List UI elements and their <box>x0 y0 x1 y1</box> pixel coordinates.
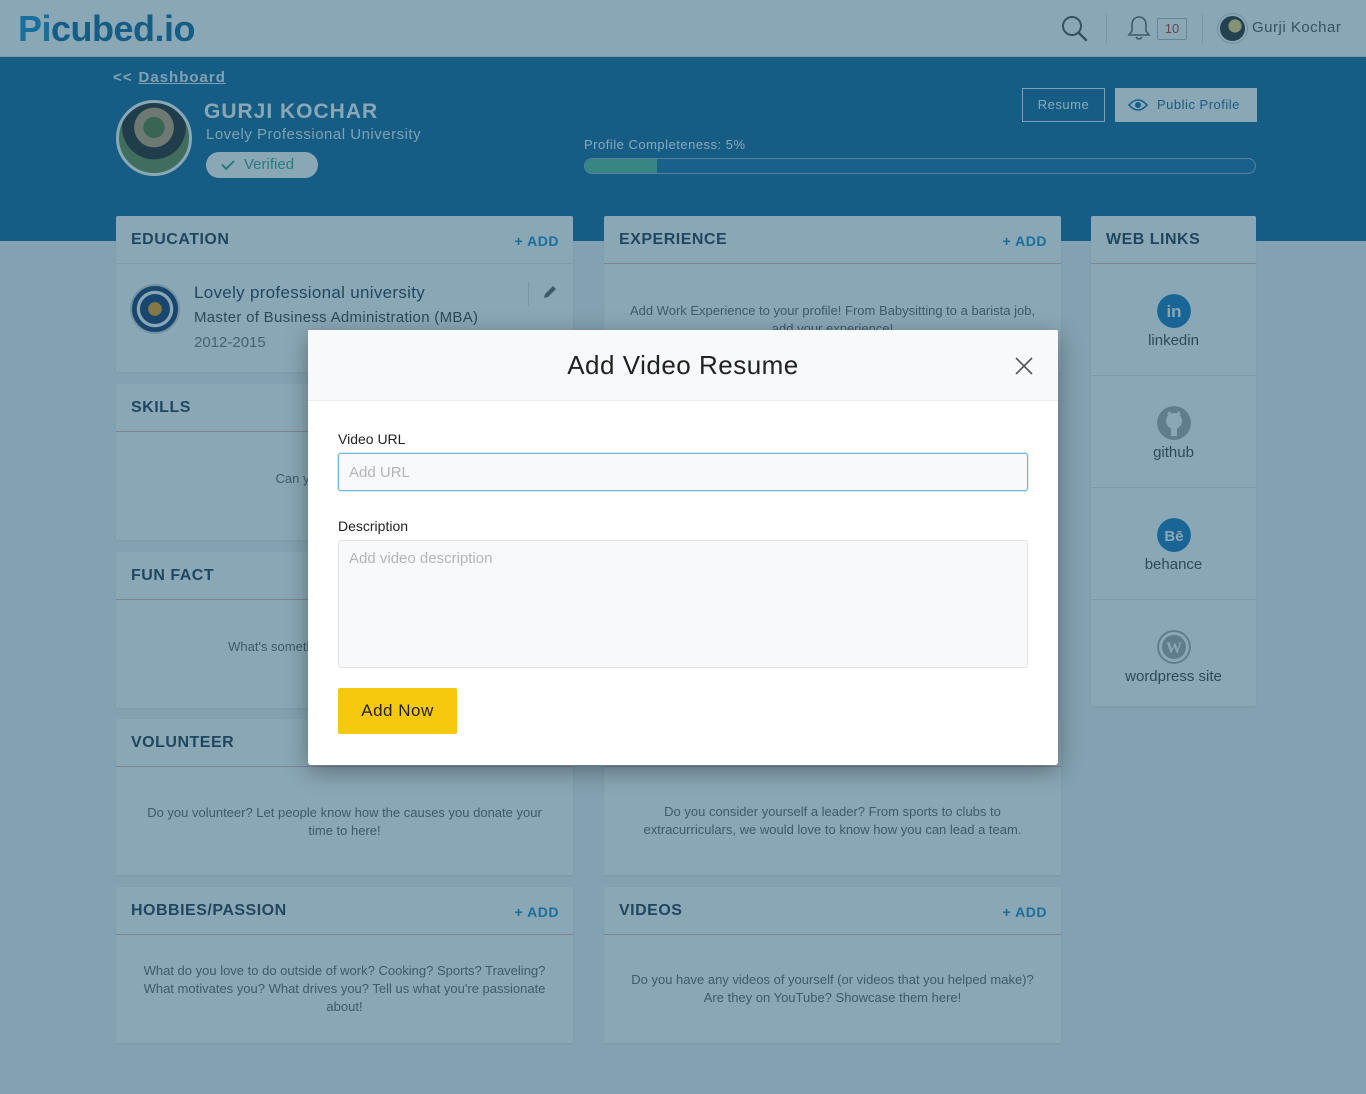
modal-header: Add Video Resume <box>308 330 1058 401</box>
close-icon[interactable] <box>1014 356 1034 376</box>
description-textarea[interactable] <box>338 540 1028 668</box>
modal-title: Add Video Resume <box>567 350 799 380</box>
add-video-resume-modal: Add Video Resume Video URL Description A… <box>308 330 1058 765</box>
video-url-label: Video URL <box>338 431 406 447</box>
add-now-button[interactable]: Add Now <box>338 688 457 734</box>
video-url-input[interactable] <box>338 453 1028 491</box>
description-label: Description <box>338 518 409 534</box>
